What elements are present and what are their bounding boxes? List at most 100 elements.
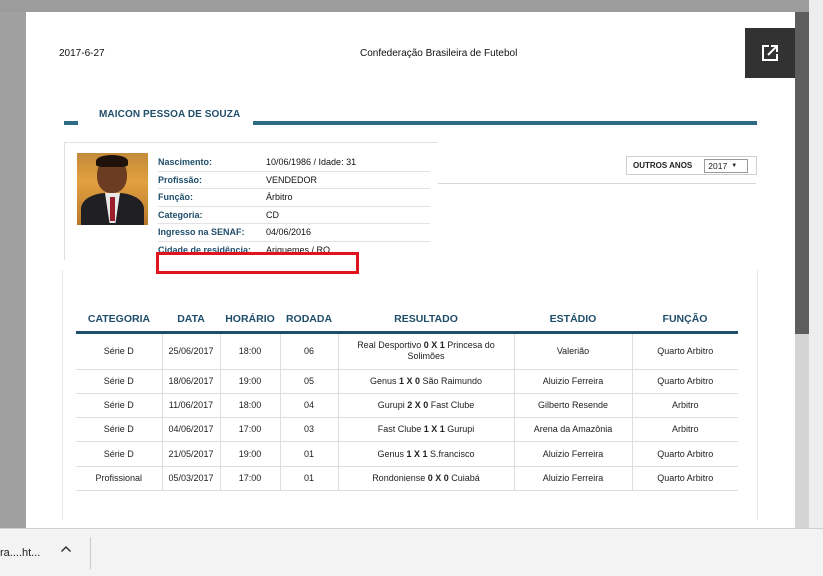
- cell-data: 05/03/2017: [162, 466, 221, 491]
- name-bar-left: [64, 121, 78, 125]
- cell-rodada: 06: [280, 332, 339, 370]
- cell-estadio: Aluizio Ferreira: [514, 466, 633, 491]
- download-filename: ra....ht...: [0, 547, 41, 559]
- cell-categoria: Série D: [76, 332, 163, 370]
- cell-categoria: Profissional: [76, 466, 163, 491]
- col-header-data: DATA: [162, 308, 220, 334]
- cell-estadio: Valerião: [514, 332, 633, 370]
- cell-funcao: Quarto Arbitro: [632, 369, 738, 394]
- content-border-left: [62, 270, 63, 520]
- table-row: Série D 11/06/2017 18:00 04 Gurupi 2 X 0…: [76, 393, 738, 419]
- vertical-scrollbar[interactable]: [795, 12, 809, 528]
- viewer-top-strip: [0, 0, 823, 12]
- col-header-categoria: CATEGORIA: [76, 308, 162, 334]
- home-team: Fast Clube: [377, 424, 422, 435]
- cell-resultado: Genus 1 X 1 S.francisco: [338, 441, 515, 467]
- cell-horario: 17:00: [220, 466, 281, 491]
- col-header-resultado: RESULTADO: [338, 308, 514, 334]
- cell-data: 11/06/2017: [162, 393, 221, 419]
- cell-rodada: 04: [280, 393, 339, 419]
- home-team: Genus: [369, 375, 397, 386]
- cell-rodada: 01: [280, 466, 339, 491]
- home-team: Gurupi: [377, 399, 405, 410]
- window-edge: [809, 0, 823, 528]
- away-team: Cuiabá: [451, 472, 480, 483]
- cell-estadio: Aluizio Ferreira: [514, 369, 633, 394]
- section-divider: [438, 183, 756, 184]
- chevron-up-icon[interactable]: [60, 543, 72, 557]
- page-header-org: Confederação Brasileira de Futebol: [360, 48, 518, 59]
- cell-rodada: 01: [280, 441, 339, 467]
- other-years-label: OUTROS ANOS: [633, 161, 693, 170]
- cell-horario: 18:00: [220, 393, 281, 419]
- score: 1 X 1: [406, 448, 428, 459]
- cell-resultado: Gurupi 2 X 0 Fast Clube: [338, 393, 515, 419]
- other-years-box: OUTROS ANOS 2017 ▼: [626, 156, 757, 175]
- cell-funcao: Arbitro: [632, 417, 738, 443]
- away-team: Princesa do Solimões: [407, 340, 495, 361]
- profile-value: 04/06/2016: [266, 227, 312, 238]
- cell-estadio: Gilberto Resende: [514, 393, 633, 419]
- cell-resultado: Real Desportivo 0 X 1 Princesa do Solimõ…: [338, 332, 515, 370]
- score: 0 X 0: [427, 472, 449, 483]
- col-header-horario: HORÁRIO: [220, 308, 280, 334]
- dropdown-arrow-icon: ▼: [731, 162, 738, 169]
- col-header-estadio: ESTÁDIO: [514, 308, 632, 334]
- download-separator: [90, 537, 91, 569]
- scrollbar-thumb[interactable]: [795, 12, 809, 334]
- year-select-value: 2017: [708, 160, 728, 171]
- table-row: Série D 25/06/2017 18:00 06 Real Desport…: [76, 332, 738, 370]
- score: 0 X 1: [423, 340, 445, 350]
- cell-horario: 19:00: [220, 441, 281, 467]
- open-in-new-icon: [762, 45, 778, 61]
- away-team: Gurupi: [447, 424, 475, 435]
- profile-row: Ingresso na SENAF: 04/06/2016: [158, 224, 430, 242]
- cell-funcao: Quarto Arbitro: [632, 466, 738, 491]
- profile-row: Função: Árbitro: [158, 189, 430, 207]
- cell-data: 25/06/2017: [162, 332, 221, 370]
- cell-rodada: 03: [280, 417, 339, 443]
- profile-row: Profissão: VENDEDOR: [158, 172, 430, 189]
- cell-categoria: Série D: [76, 369, 163, 394]
- referee-photo: [77, 153, 148, 225]
- table-header-row: CATEGORIA DATA HORÁRIO RODADA RESULTADO …: [76, 308, 738, 334]
- profile-label: Categoria:: [158, 209, 203, 220]
- open-in-new-button[interactable]: [745, 28, 795, 78]
- year-select[interactable]: 2017 ▼: [704, 158, 749, 173]
- page-header-date: 2017-6-27: [59, 48, 105, 59]
- pdf-viewer: 2017-6-27 Confederação Brasileira de Fut…: [0, 0, 823, 542]
- cell-data: 04/06/2017: [162, 417, 221, 443]
- document-page: 2017-6-27 Confederação Brasileira de Fut…: [26, 12, 796, 542]
- profile-row: Categoria: CD: [158, 207, 430, 224]
- col-header-funcao: FUNÇÃO: [632, 308, 738, 334]
- profile-details: Nascimento: 10/06/1986 / Idade: 31 Profi…: [158, 154, 430, 259]
- cell-horario: 17:00: [220, 417, 281, 443]
- profile-value: 10/06/1986 / Idade: 31: [266, 157, 357, 168]
- profile-label: Ingresso na SENAF:: [158, 227, 245, 238]
- profile-label: Profissão:: [158, 174, 203, 185]
- cell-estadio: Arena da Amazônia: [514, 417, 633, 443]
- profile-value: CD: [266, 209, 279, 220]
- home-team: Genus: [377, 448, 404, 459]
- profile-label: Função:: [158, 192, 193, 203]
- away-team: Fast Clube: [430, 399, 475, 410]
- download-item[interactable]: ra....ht...: [0, 529, 90, 576]
- cell-data: 18/06/2017: [162, 369, 221, 394]
- cell-funcao: Quarto Arbitro: [632, 332, 738, 370]
- referee-name: MAICON PESSOA DE SOUZA: [99, 109, 241, 120]
- cell-resultado: Genus 1 X 0 São Raimundo: [338, 369, 515, 394]
- cell-funcao: Arbitro: [632, 393, 738, 419]
- table-row: Profissional 05/03/2017 17:00 01 Rondoni…: [76, 466, 738, 491]
- score: 1 X 0: [398, 375, 420, 386]
- away-team: S.francisco: [430, 448, 475, 459]
- cell-resultado: Fast Clube 1 X 1 Gurupi: [338, 417, 515, 443]
- cell-data: 21/05/2017: [162, 441, 221, 467]
- cell-resultado: Rondoniense 0 X 0 Cuiabá: [338, 466, 515, 491]
- away-team: São Raimundo: [422, 375, 483, 386]
- content-border-right: [757, 270, 758, 520]
- profile-row: Nascimento: 10/06/1986 / Idade: 31: [158, 154, 430, 172]
- download-bar: ra....ht...: [0, 528, 823, 576]
- name-bar-right: [253, 121, 757, 125]
- score: 1 X 1: [423, 424, 445, 435]
- matches-table: CATEGORIA DATA HORÁRIO RODADA RESULTADO …: [76, 308, 738, 491]
